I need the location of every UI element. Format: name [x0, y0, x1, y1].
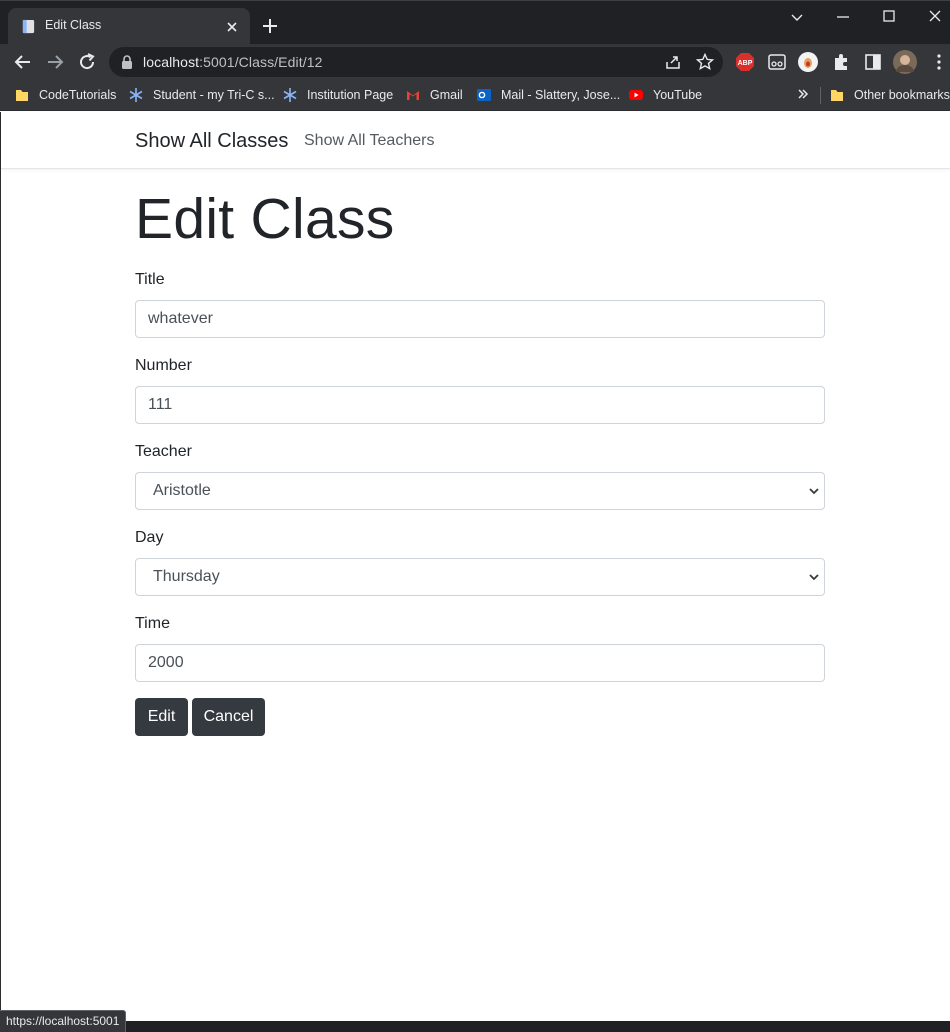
avatar[interactable]	[893, 50, 917, 74]
tab-strip: Edit Class	[0, 0, 950, 45]
folder-icon	[16, 90, 28, 101]
sidepanel-icon[interactable]	[862, 51, 884, 73]
teacher-label: Teacher	[135, 443, 192, 460]
minimize-icon[interactable]	[832, 6, 854, 28]
show-all-classes-link[interactable]: Show All Classes	[135, 130, 288, 153]
bookmark-gmail[interactable]: Gmail	[405, 86, 463, 104]
time-input[interactable]: 2000	[135, 644, 825, 682]
site-navbar: Show All Classes Show All Teachers	[1, 112, 950, 169]
lock-icon[interactable]	[121, 55, 133, 69]
reader-icon[interactable]	[766, 51, 788, 73]
puzzle-icon[interactable]	[830, 51, 852, 73]
bookmark-youtube[interactable]: YouTube	[628, 86, 702, 104]
url-text[interactable]: localhost:5001/Class/Edit/12	[143, 54, 322, 70]
browser-tab[interactable]: Edit Class	[8, 8, 250, 45]
teacher-select[interactable]: Aristotle	[135, 472, 825, 510]
title-input[interactable]: whatever	[135, 300, 825, 338]
day-label: Day	[135, 529, 164, 546]
tab-search-icon[interactable]	[786, 6, 808, 28]
other-bookmarks[interactable]: Other bookmarks	[829, 86, 950, 104]
status-url: https://localhost:5001	[0, 1010, 127, 1032]
profile-ext-icon[interactable]	[797, 51, 819, 73]
gmail-icon	[407, 91, 419, 100]
bookmark-star-icon[interactable]	[695, 52, 715, 72]
abp-icon[interactable]: ABP	[734, 51, 756, 73]
maximize-icon[interactable]	[878, 6, 900, 28]
tab-title: Edit Class	[45, 18, 102, 32]
more-bookmarks-icon[interactable]	[796, 86, 810, 102]
day-selected-value: Thursday	[153, 568, 220, 585]
abp-label: ABP	[738, 60, 753, 67]
youtube-icon	[629, 90, 643, 100]
reload-icon[interactable]	[75, 50, 99, 74]
edit-button[interactable]: Edit	[135, 698, 188, 736]
close-window-icon[interactable]	[924, 6, 946, 28]
teacher-selected-value: Aristotle	[153, 482, 211, 499]
bookmarks-divider	[820, 87, 821, 104]
back-icon[interactable]	[11, 50, 35, 74]
browser-toolbar: localhost:5001/Class/Edit/12 ABP	[0, 44, 950, 80]
cancel-button[interactable]: Cancel	[192, 698, 265, 736]
time-label: Time	[135, 615, 170, 632]
number-label: Number	[135, 357, 192, 374]
web-page: Show All Classes Show All Teachers Edit …	[0, 112, 950, 1020]
outlook-icon	[477, 89, 491, 101]
taskbar	[0, 1021, 950, 1032]
snowflake-icon	[283, 88, 297, 102]
share-icon[interactable]	[663, 52, 683, 72]
show-all-teachers-link[interactable]: Show All Teachers	[304, 132, 434, 150]
chevron-down-icon	[809, 574, 819, 581]
snowflake-icon	[129, 88, 143, 102]
bookmark-student-tri-c[interactable]: Student - my Tri-C s...	[128, 86, 275, 104]
bookmark-institution-page[interactable]: Institution Page	[282, 86, 393, 104]
menu-dots-icon[interactable]	[928, 51, 950, 73]
close-tab-icon[interactable]	[222, 17, 242, 37]
bookmark-mail-slattery[interactable]: Mail - Slattery, Jose...	[476, 86, 620, 104]
folder-icon	[831, 90, 843, 101]
day-select[interactable]: Thursday	[135, 558, 825, 596]
chevron-down-icon	[809, 488, 819, 495]
bookmark-codetutorials[interactable]: CodeTutorials	[14, 86, 116, 104]
page-icon	[22, 19, 35, 34]
forward-icon[interactable]	[43, 50, 67, 74]
title-label: Title	[135, 271, 165, 288]
address-bar[interactable]: localhost:5001/Class/Edit/12	[109, 47, 723, 77]
new-tab-icon[interactable]	[258, 14, 282, 38]
page-title: Edit Class	[135, 187, 395, 251]
bookmarks-bar: CodeTutorials Student - my Tri-C s... In…	[0, 80, 950, 111]
number-input[interactable]: 111	[135, 386, 825, 424]
